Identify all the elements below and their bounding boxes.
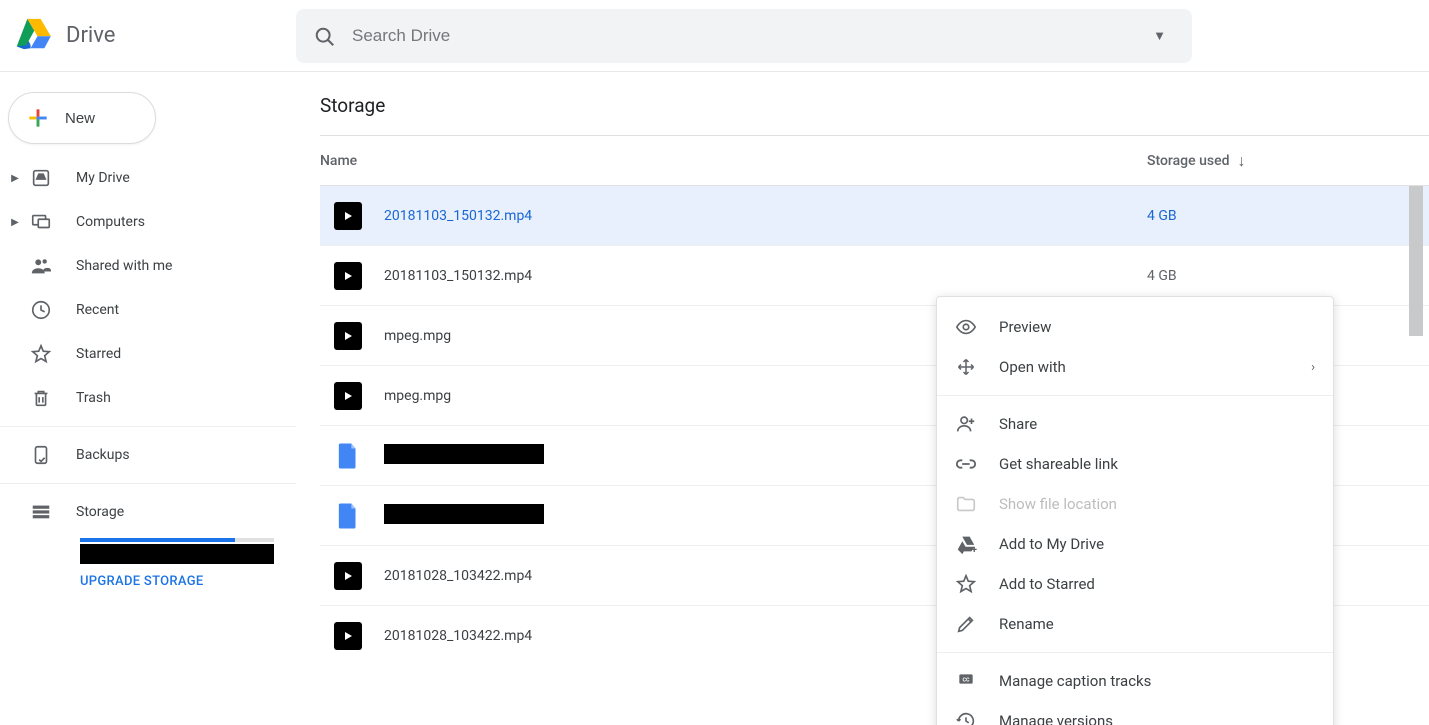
sidebar-item-my-drive[interactable]: ▶ My Drive [0,156,296,200]
folder-icon [955,493,977,515]
menu-item-preview[interactable]: Preview [937,307,1333,347]
column-name[interactable]: Name [320,153,1147,169]
menu-item-label: Manage caption tracks [999,672,1151,690]
storage-progress [80,538,274,542]
menu-item-label: Rename [999,615,1054,633]
sidebar-item-recent[interactable]: Recent [0,288,296,332]
search-box[interactable]: ▼ [296,9,1192,63]
file-name: 20181103_150132.mp4 [384,208,1147,224]
file-storage-used: 4 GB [1147,208,1429,224]
context-menu: Preview Open with › Share Get shareable link… [936,296,1334,725]
menu-item-label: Get shareable link [999,455,1118,473]
menu-item-label: Open with [999,358,1066,376]
video-file-icon [334,562,362,590]
person-add-icon [955,413,977,435]
drive-logo-icon [14,16,54,56]
doc-file-icon [334,502,362,530]
menu-item-label: Preview [999,318,1051,336]
sidebar: New ▶ My Drive ▶ Computers [0,72,296,725]
star-icon [955,573,977,595]
drive-icon [30,167,52,189]
menu-item-label: Show file location [999,495,1117,513]
sidebar-item-trash[interactable]: Trash [0,376,296,420]
menu-item-open-with[interactable]: Open with › [937,347,1333,387]
main: Storage Name Storage used ↓ 20181103_150… [296,72,1429,725]
menu-item-label: Share [999,415,1037,433]
storage-used-text [80,544,274,564]
link-icon [955,453,977,475]
storage-icon [30,501,52,523]
menu-separator [937,652,1333,653]
star-icon [30,343,52,365]
drive-add-icon: + [955,533,977,555]
file-name: 20181103_150132.mp4 [384,268,1147,284]
upgrade-storage-link[interactable]: UPGRADE STORAGE [80,574,296,589]
page-title: Storage [320,72,1429,135]
move-icon [955,356,977,378]
doc-file-icon [334,442,362,470]
shared-icon [30,255,52,277]
menu-item-add-to-starred[interactable]: Add to Starred [937,564,1333,604]
video-file-icon [334,382,362,410]
video-file-icon [334,262,362,290]
table-header: Name Storage used ↓ [320,136,1429,186]
search-options-caret-icon[interactable]: ▼ [1153,28,1174,44]
trash-icon [30,387,52,409]
menu-item-get-shareable-link[interactable]: Get shareable link [937,444,1333,484]
menu-item-manage-caption-tracks[interactable]: CC Manage caption tracks [937,661,1333,701]
nav-backups: Backups [0,433,296,477]
menu-item-add-to-my-drive[interactable]: + Add to My Drive [937,524,1333,564]
file-storage-used: 4 GB [1147,268,1429,284]
logo-area[interactable]: Drive [0,16,296,56]
video-file-icon [334,202,362,230]
app-name: Drive [66,23,115,48]
chevron-right-icon: › [1311,360,1315,375]
expand-icon[interactable]: ▶ [8,217,22,228]
sidebar-item-shared[interactable]: Shared with me [0,244,296,288]
table-row[interactable]: 20181103_150132.mp44 GB [320,186,1429,246]
sidebar-item-backups[interactable]: Backups [0,433,296,477]
menu-item-show-file-location: Show file location [937,484,1333,524]
menu-item-label: Add to Starred [999,575,1095,593]
menu-item-label: Manage versions [999,712,1113,725]
video-file-icon [334,322,362,350]
sidebar-item-starred[interactable]: Starred [0,332,296,376]
column-storage-used[interactable]: Storage used ↓ [1147,151,1429,171]
sidebar-item-storage[interactable]: Storage [0,490,296,534]
svg-text:+: + [972,545,978,555]
arrow-down-icon: ↓ [1237,151,1245,171]
backup-icon [30,444,52,466]
menu-separator [937,395,1333,396]
svg-text:CC: CC [963,678,970,684]
history-icon [955,710,977,725]
nav-primary: ▶ My Drive ▶ Computers Shared with me [0,156,296,420]
new-button[interactable]: New [8,92,156,144]
cc-icon: CC [955,670,977,692]
menu-item-label: Add to My Drive [999,535,1104,553]
expand-icon[interactable]: ▶ [8,173,22,184]
plus-icon [25,105,51,131]
menu-item-rename[interactable]: Rename [937,604,1333,644]
eye-icon [955,316,977,338]
sidebar-item-computers[interactable]: ▶ Computers [0,200,296,244]
search-icon [314,26,334,46]
new-button-label: New [65,110,95,127]
pencil-icon [955,613,977,635]
header: Drive ▼ [0,0,1429,72]
clock-icon [30,299,52,321]
video-file-icon [334,622,362,650]
scrollbar[interactable] [1409,186,1423,656]
nav-storage: Storage [0,490,296,534]
menu-item-share[interactable]: Share [937,404,1333,444]
computers-icon [30,211,52,233]
menu-item-manage-versions[interactable]: Manage versions [937,701,1333,725]
search-input[interactable] [352,26,1135,46]
